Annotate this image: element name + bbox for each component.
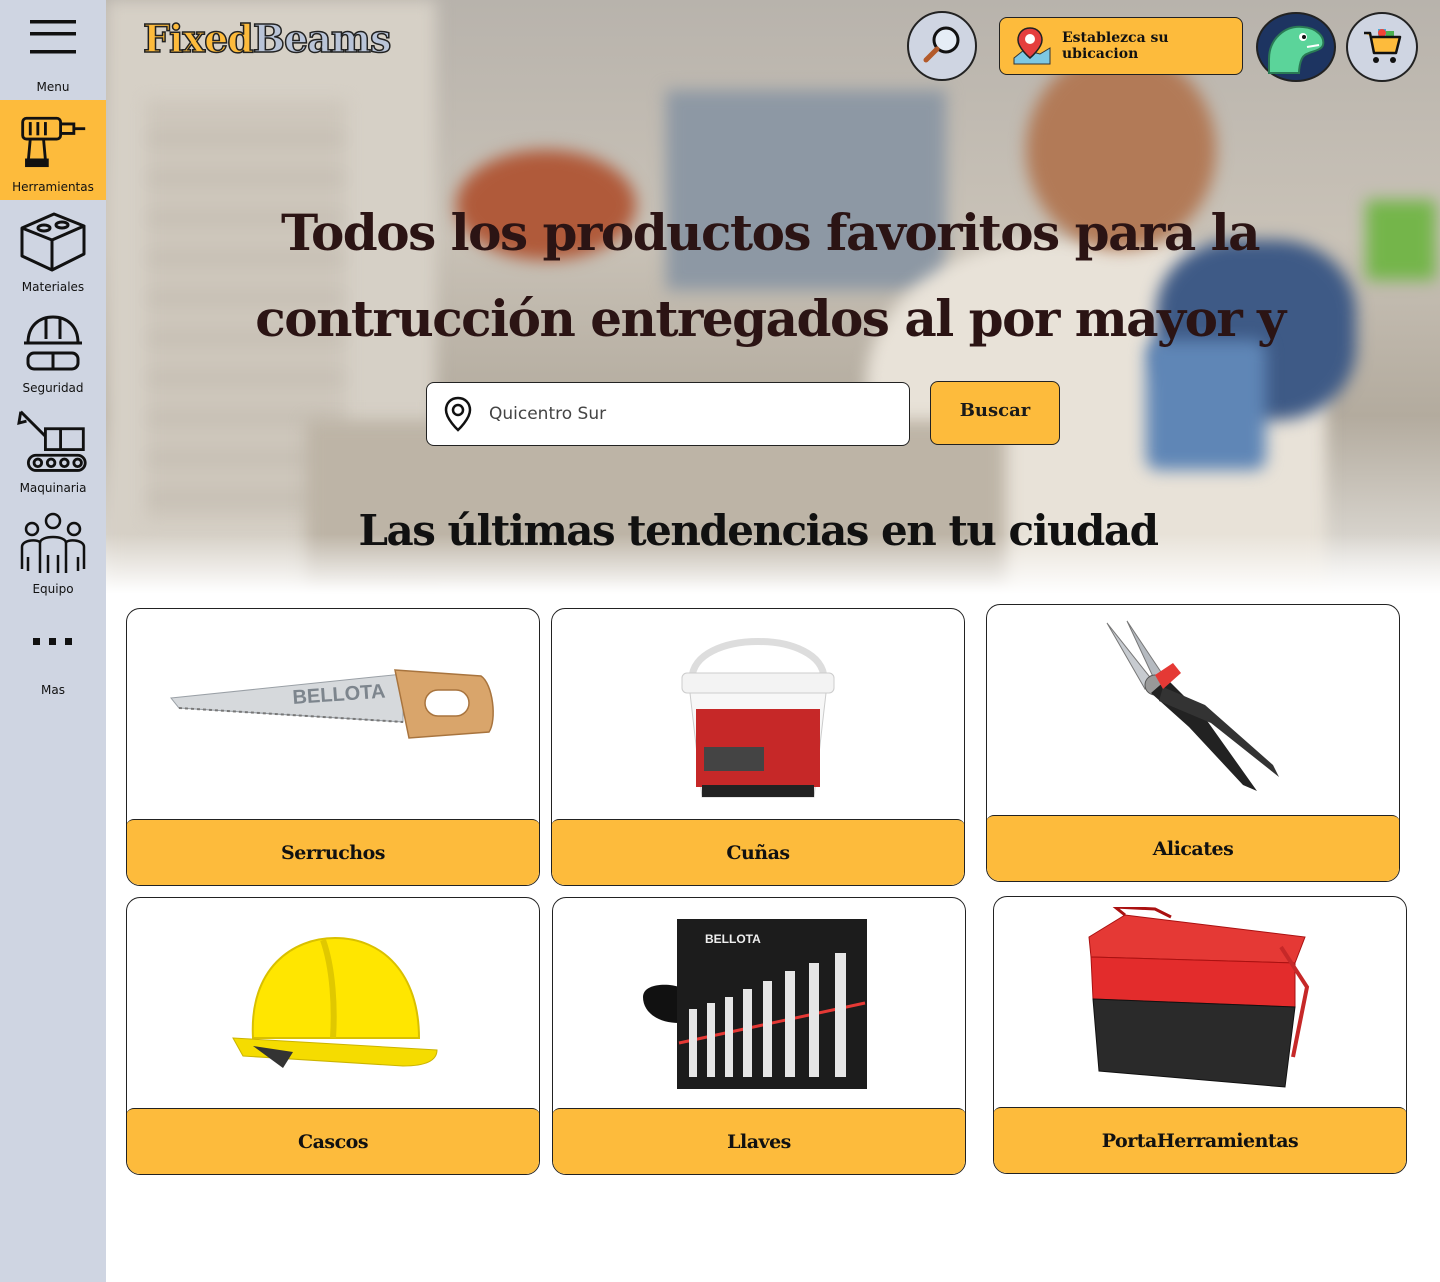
category-label: Serruchos	[127, 819, 539, 885]
dinosaur-avatar-icon	[1263, 15, 1329, 80]
logo[interactable]: FixedBeams	[142, 15, 392, 62]
hero-title-line1: Todos los productos favoritos para la	[280, 203, 1261, 262]
pliers-icon	[987, 605, 1399, 815]
category-label: Cuñas	[552, 819, 964, 885]
section-title: Las últimas tendencias en tu ciudad	[358, 506, 1159, 555]
location-pin-icon	[443, 396, 473, 432]
category-card-cunas[interactable]: Cuñas	[551, 608, 965, 886]
team-icon	[17, 508, 89, 578]
bucket-icon	[552, 609, 964, 819]
sidebar-item-label: Seguridad	[22, 381, 84, 395]
category-label: Alicates	[987, 815, 1399, 881]
logo-text-beams: Beams	[252, 15, 392, 62]
set-location-button[interactable]: Establezca su ubicacion	[999, 17, 1243, 75]
sidebar-item-mas[interactable]: Mas	[0, 603, 106, 703]
cart-icon	[1360, 23, 1404, 72]
hand-saw-icon: BELLOTA	[127, 609, 539, 819]
category-card-portaherramientas[interactable]: PortaHerramientas	[993, 896, 1407, 1174]
user-avatar[interactable]	[1256, 12, 1336, 82]
category-label: PortaHerramientas	[994, 1107, 1406, 1173]
category-label: Llaves	[553, 1108, 965, 1174]
sidebar-item-materiales[interactable]: Materiales	[0, 200, 106, 300]
hamburger-icon	[17, 6, 89, 76]
location-search-field[interactable]	[426, 382, 910, 446]
sidebar: Menu Herramientas Materiales Seguridad M…	[0, 0, 106, 1282]
search-submit-button[interactable]: Buscar	[930, 381, 1060, 445]
excavator-icon	[17, 407, 89, 477]
sidebar-item-label: Materiales	[21, 280, 85, 294]
search-button[interactable]	[907, 11, 977, 81]
sidebar-item-label: Herramientas	[12, 180, 94, 194]
helmet-goggles-icon	[17, 307, 89, 377]
set-location-label: Establezca su ubicacion	[1062, 30, 1169, 62]
logo-text-fixed: Fixed	[142, 15, 254, 62]
sidebar-item-menu[interactable]: Menu	[0, 0, 106, 100]
map-pin-icon	[1010, 24, 1054, 68]
category-card-serruchos[interactable]: BELLOTA Serruchos	[126, 608, 540, 886]
wrench-set-icon: BELLOTA	[553, 898, 965, 1108]
magnifier-icon	[920, 22, 964, 71]
sidebar-item-herramientas[interactable]: Herramientas	[0, 100, 106, 200]
category-card-cascos[interactable]: Cascos	[126, 897, 540, 1175]
location-search-input[interactable]	[487, 403, 871, 425]
sidebar-item-label: Mas	[41, 683, 65, 697]
category-card-llaves[interactable]: BELLOTA Llaves	[552, 897, 966, 1175]
toolbox-icon	[994, 897, 1406, 1107]
cart-button[interactable]	[1346, 12, 1418, 82]
svg-text:BELLOTA: BELLOTA	[705, 932, 761, 946]
category-card-alicates[interactable]: Alicates	[986, 604, 1400, 882]
hard-hat-icon	[127, 898, 539, 1108]
more-dots-icon	[17, 609, 89, 679]
sidebar-item-maquinaria[interactable]: Maquinaria	[0, 401, 106, 501]
sidebar-item-label: Menu	[36, 80, 70, 94]
sidebar-item-equipo[interactable]: Equipo	[0, 502, 106, 602]
sidebar-item-seguridad[interactable]: Seguridad	[0, 301, 106, 401]
sidebar-item-label: Equipo	[32, 582, 74, 596]
drill-icon	[17, 106, 89, 176]
category-label: Cascos	[127, 1108, 539, 1174]
brick-icon	[17, 206, 89, 276]
sidebar-item-label: Maquinaria	[19, 481, 87, 495]
